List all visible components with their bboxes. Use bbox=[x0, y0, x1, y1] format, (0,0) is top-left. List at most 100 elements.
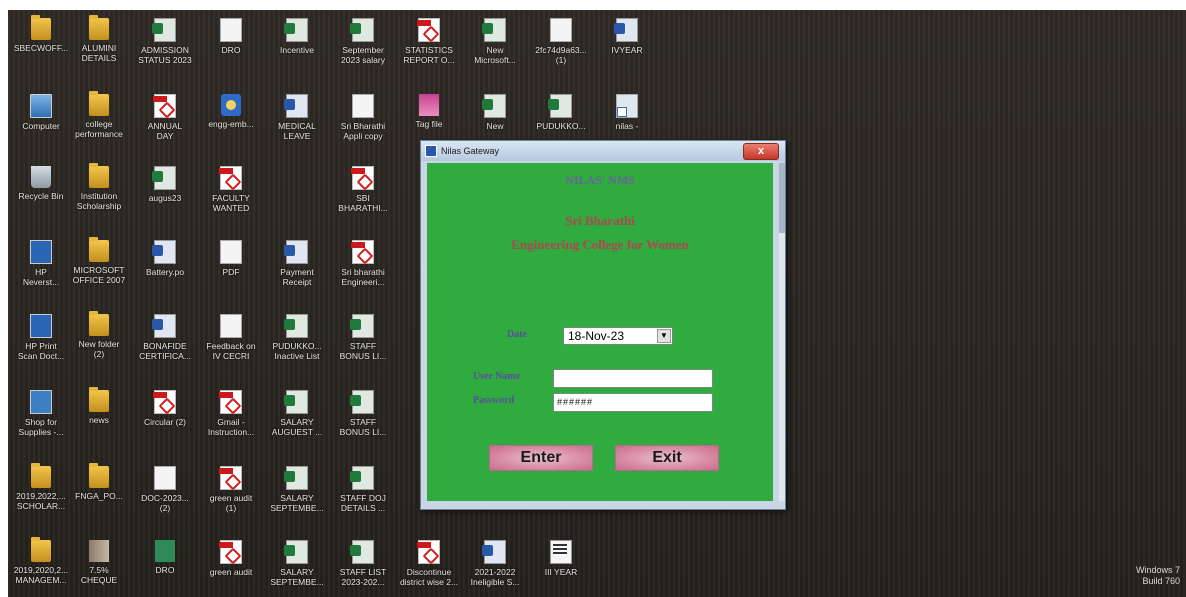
desktop-icon[interactable]: New folder (2) bbox=[66, 310, 132, 370]
desktop-icon[interactable]: SALARY SEPTEMBE... bbox=[264, 536, 330, 596]
excel-file-icon bbox=[152, 18, 176, 42]
desktop-icon-label: PUDUKKO... Inactive List bbox=[272, 341, 322, 361]
desktop-icon[interactable]: BONAFIDE CERTIFICA... bbox=[132, 310, 198, 370]
desktop-icon[interactable]: SALARY AUGUEST ... bbox=[264, 386, 330, 446]
desktop-icon[interactable]: engg-emb... bbox=[198, 90, 264, 150]
desktop-icon[interactable]: 7.5% CHEQUE bbox=[66, 536, 132, 596]
username-input[interactable] bbox=[553, 369, 713, 388]
desktop-icon-label: STAFF DOJ DETAILS ... bbox=[340, 493, 386, 513]
desktop-icon[interactable]: news bbox=[66, 386, 132, 446]
desktop: SBECWOFF... ALUMINI DETAILS ADMISSION STAT… bbox=[8, 10, 1186, 597]
desktop-icon-label: IVYEAR bbox=[611, 45, 643, 55]
desktop-icon[interactable]: New Microsoft... bbox=[462, 14, 528, 74]
desktop-icon[interactable]: Recycle Bin bbox=[8, 162, 74, 222]
desktop-icon-label: Battery.po bbox=[145, 267, 185, 277]
desktop-icon[interactable]: STAFF LIST 2023-202... bbox=[330, 536, 396, 596]
document-icon bbox=[220, 240, 242, 264]
desktop-icon-label: Discontinue district wise 2... bbox=[399, 567, 459, 587]
desktop-icon[interactable]: FNGA_PO... bbox=[66, 462, 132, 522]
desktop-icon[interactable]: green audit bbox=[198, 536, 264, 596]
desktop-icon-label: DRO bbox=[221, 45, 241, 55]
desktop-icon[interactable]: ALUMINI DETAILS bbox=[66, 14, 132, 74]
desktop-icon[interactable]: Circular (2) bbox=[132, 386, 198, 446]
scrollbar-thumb[interactable] bbox=[779, 163, 785, 233]
pdf-file-icon bbox=[153, 94, 176, 118]
desktop-icon-label: New folder (2) bbox=[78, 339, 120, 359]
computer-icon bbox=[30, 94, 52, 118]
chevron-down-icon[interactable]: ▼ bbox=[657, 329, 671, 343]
desktop-icon[interactable]: Battery.po bbox=[132, 236, 198, 296]
desktop-icon[interactable]: 2019,2022,... SCHOLAR... bbox=[8, 462, 74, 522]
login-panel: NILAS' NMS Sri Bharathi Engineering Coll… bbox=[427, 163, 773, 501]
desktop-icon[interactable]: 2019,2020,2... MANAGEM... bbox=[8, 536, 74, 596]
desktop-icon-label: III YEAR bbox=[544, 567, 578, 577]
watermark-line1: Windows 7 bbox=[1135, 565, 1180, 575]
desktop-icon[interactable]: 2021-2022 Ineligible S... bbox=[462, 536, 528, 596]
desktop-icon[interactable]: ANNUAL DAY bbox=[132, 90, 198, 150]
desktop-icon[interactable]: 2fc74d9a63... (1) bbox=[528, 14, 594, 74]
pdf-file-icon bbox=[153, 390, 176, 414]
desktop-icon[interactable]: HP Neverst... bbox=[8, 236, 74, 296]
desktop-icon[interactable]: Payment Receipt bbox=[264, 236, 330, 296]
desktop-icon-label: 7.5% CHEQUE bbox=[80, 565, 118, 585]
desktop-icon[interactable]: Computer bbox=[8, 90, 74, 150]
desktop-icon[interactable]: ADMISSION STATUS 2023 bbox=[132, 14, 198, 74]
desktop-icon[interactable]: Gmail - Instruction... bbox=[198, 386, 264, 446]
desktop-icon[interactable]: MEDICAL LEAVE bbox=[264, 90, 330, 150]
desktop-icon[interactable]: PDF bbox=[198, 236, 264, 296]
desktop-icon[interactable]: III YEAR bbox=[528, 536, 594, 596]
desktop-icon[interactable]: FACULTY WANTED bbox=[198, 162, 264, 222]
desktop-icon[interactable]: Incentive bbox=[264, 14, 330, 74]
desktop-icon[interactable]: SALARY SEPTEMBE... bbox=[264, 462, 330, 522]
image-file-icon bbox=[155, 540, 175, 562]
desktop-icon-label: Tag file bbox=[415, 119, 443, 129]
desktop-icon[interactable]: SBECWOFF... bbox=[8, 14, 74, 74]
desktop-icon[interactable]: green audit (1) bbox=[198, 462, 264, 522]
desktop-icon[interactable]: STAFF BONUS LI... bbox=[330, 310, 396, 370]
desktop-icon[interactable]: DRO bbox=[198, 14, 264, 74]
desktop-icon[interactable]: Sri Bharathi Appli copy bbox=[330, 90, 396, 150]
word-file-icon bbox=[284, 94, 308, 118]
desktop-icon[interactable]: HP Print Scan Doct... bbox=[8, 310, 74, 370]
desktop-icon[interactable]: Discontinue district wise 2... bbox=[396, 536, 462, 596]
close-button[interactable]: x bbox=[743, 143, 779, 160]
desktop-icon[interactable]: DOC-2023... (2) bbox=[132, 462, 198, 522]
desktop-icon-label: HP Print Scan Doct... bbox=[17, 341, 65, 361]
excel-file-icon bbox=[284, 18, 308, 42]
desktop-icon-label: augus23 bbox=[148, 193, 182, 203]
desktop-icon[interactable]: STATISTICS REPORT O... bbox=[396, 14, 462, 74]
disc-image-icon bbox=[221, 94, 241, 116]
password-label: Password bbox=[473, 395, 515, 406]
desktop-icon-label: BONAFIDE CERTIFICA... bbox=[139, 341, 191, 361]
desktop-icon[interactable]: augus23 bbox=[132, 162, 198, 222]
desktop-icon[interactable]: STAFF BONUS LI... bbox=[330, 386, 396, 446]
desktop-icon[interactable]: PUDUKKO... Inactive List bbox=[264, 310, 330, 370]
desktop-icon-label: DRO bbox=[155, 565, 175, 575]
desktop-icon-label: STAFF BONUS LI... bbox=[339, 341, 387, 361]
desktop-icon[interactable]: Institution Scholarship bbox=[66, 162, 132, 222]
password-input[interactable]: ###### bbox=[553, 393, 713, 412]
desktop-icon[interactable]: college performance bbox=[66, 90, 132, 150]
folder-icon bbox=[89, 463, 109, 488]
desktop-icon-label: ALUMINI DETAILS bbox=[81, 43, 117, 63]
desktop-icon-label: New bbox=[486, 121, 504, 131]
desktop-icon-label: HP Neverst... bbox=[22, 267, 60, 287]
desktop-icon[interactable]: MICROSOFT OFFICE 2007 bbox=[66, 236, 132, 296]
desktop-icon[interactable]: Feedback on IV CECRI bbox=[198, 310, 264, 370]
folder-icon bbox=[89, 311, 109, 336]
desktop-icon[interactable]: STAFF DOJ DETAILS ... bbox=[330, 462, 396, 522]
title-bar[interactable]: Nilas Gateway bbox=[421, 141, 785, 161]
desktop-icon[interactable]: Shop for Supplies -... bbox=[8, 386, 74, 446]
folder-icon bbox=[31, 15, 51, 40]
scrollbar[interactable] bbox=[779, 163, 785, 501]
enter-button[interactable]: Enter bbox=[489, 445, 593, 471]
desktop-icon-label: PDF bbox=[222, 267, 240, 277]
desktop-icon[interactable]: SBI BHARATHI... bbox=[330, 162, 396, 222]
os-watermark: Windows 7 Build 760 bbox=[1136, 565, 1180, 587]
exit-button[interactable]: Exit bbox=[615, 445, 719, 471]
desktop-icon[interactable]: Sri bharathi Engineeri... bbox=[330, 236, 396, 296]
desktop-icon[interactable]: DRO bbox=[132, 536, 198, 596]
desktop-icon[interactable]: IVYEAR bbox=[594, 14, 660, 74]
date-dropdown[interactable]: 18-Nov-23 ▼ bbox=[563, 327, 673, 345]
desktop-icon[interactable]: September 2023 salary bbox=[330, 14, 396, 74]
